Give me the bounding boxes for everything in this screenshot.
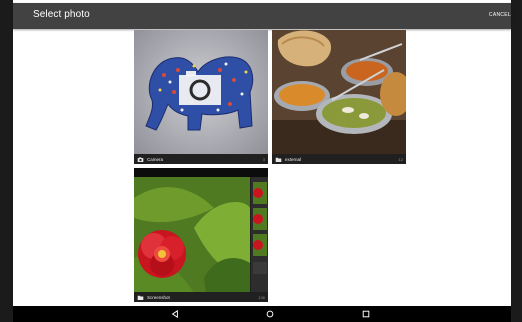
- tile-footer: Camera 3: [134, 154, 268, 164]
- album-count: 3: [262, 156, 265, 162]
- system-navigation-bar: [13, 306, 511, 322]
- device-frame-left: [0, 0, 13, 322]
- camera-icon: [137, 156, 144, 162]
- album-tile-screenshot[interactable]: Screenshot 136: [134, 168, 268, 302]
- device-frame-right: [511, 0, 522, 322]
- camera-album-thumbnail: [134, 30, 268, 164]
- album-label: Camera: [147, 156, 164, 162]
- album-label: external: [285, 156, 302, 162]
- folder-icon: [137, 295, 144, 300]
- folder-icon: [275, 157, 282, 162]
- cancel-button[interactable]: CANCEL: [489, 12, 511, 18]
- album-tile-external[interactable]: external 12: [272, 30, 406, 164]
- app-bar: Select photo CANCEL: [13, 3, 511, 29]
- page-title: Select photo: [33, 9, 90, 20]
- screenshot-album-thumbnail: [134, 168, 268, 302]
- recents-button[interactable]: [361, 309, 371, 319]
- external-album-thumbnail: [272, 30, 406, 164]
- flower-graphic: [138, 230, 186, 278]
- home-icon: [266, 310, 274, 318]
- album-count: 136: [258, 294, 265, 300]
- album-count: 12: [398, 156, 403, 162]
- tile-footer: external 12: [272, 154, 406, 164]
- back-button[interactable]: [170, 309, 180, 319]
- home-button[interactable]: [265, 309, 275, 319]
- back-icon: [171, 310, 178, 318]
- album-tile-camera[interactable]: Camera 3: [134, 30, 268, 164]
- recents-icon: [362, 310, 370, 318]
- album-label: Screenshot: [147, 294, 170, 300]
- tile-footer: Screenshot 136: [134, 292, 268, 302]
